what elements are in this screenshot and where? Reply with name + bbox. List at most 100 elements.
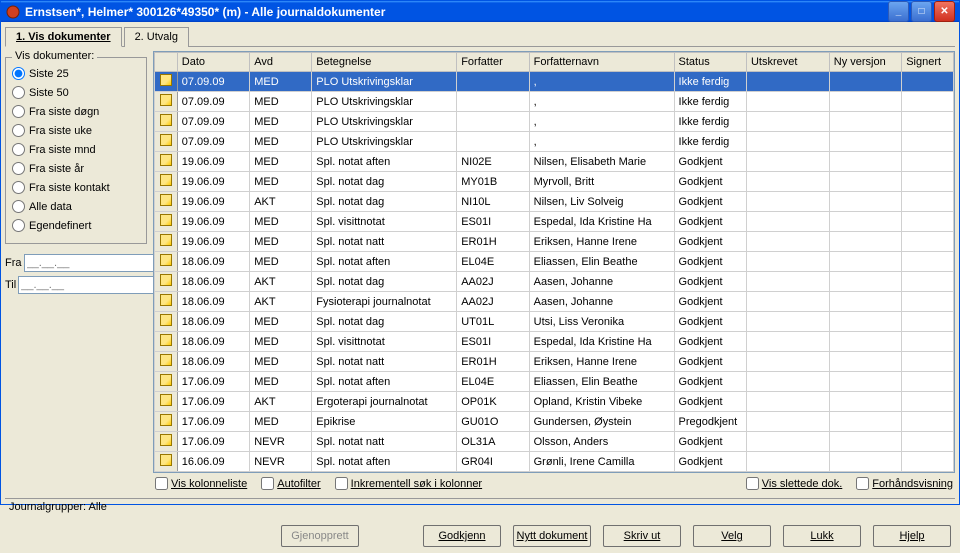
col-status-header[interactable]: Status [674, 53, 746, 72]
godkjenn-button[interactable]: Godkjenn [423, 525, 501, 547]
chk-vis-slettede[interactable]: Vis slettede dok. [746, 477, 843, 490]
table-row[interactable]: 19.06.09MEDSpl. notat nattER01HEriksen, … [155, 232, 954, 252]
table-row[interactable]: 19.06.09MEDSpl. notat aftenNI02ENilsen, … [155, 152, 954, 172]
cell-stat: Godkjent [674, 372, 746, 392]
chk-inkrementell[interactable]: Inkrementell søk i kolonner [335, 477, 482, 490]
table-row[interactable]: 18.06.09MEDSpl. notat dagUT01LUtsi, Liss… [155, 312, 954, 332]
table-row[interactable]: 07.09.09MEDPLO Utskrivingsklar,Ikke ferd… [155, 72, 954, 92]
row-icon-cell [155, 112, 178, 132]
cell-bet: Spl. visittnotat [312, 212, 457, 232]
radio-siste-50[interactable]: Siste 50 [12, 83, 140, 102]
document-icon [160, 334, 172, 346]
chk-vis-kolonneliste[interactable]: Vis kolonneliste [155, 477, 247, 490]
tab-vis-dokumenter[interactable]: 1. Vis dokumenter [5, 27, 122, 47]
radio-fra-siste-ar[interactable]: Fra siste år [12, 159, 140, 178]
col-forfatternavn-header[interactable]: Forfatternavn [529, 53, 674, 72]
cell-uts [746, 332, 829, 352]
radio-fra-siste-mnd[interactable]: Fra siste mnd [12, 140, 140, 159]
col-ny-versjon-header[interactable]: Ny versjon [829, 53, 901, 72]
cell-stat: Ikke ferdig [674, 92, 746, 112]
table-row[interactable]: 19.06.09MEDSpl. visittnotatES01IEspedal,… [155, 212, 954, 232]
col-forfatter-header[interactable]: Forfatter [457, 53, 529, 72]
velg-button[interactable]: Velg [693, 525, 771, 547]
col-signert-header[interactable]: Signert [902, 53, 954, 72]
cell-stat: Godkjent [674, 152, 746, 172]
chk-forhandsvisning[interactable]: Forhåndsvisning [856, 477, 953, 490]
chk-autofilter[interactable]: Autofilter [261, 477, 320, 490]
document-icon [160, 94, 172, 106]
col-avd-header[interactable]: Avd [250, 53, 312, 72]
fra-date-input[interactable] [24, 254, 172, 272]
radio-fra-siste-dogn[interactable]: Fra siste døgn [12, 102, 140, 121]
table-row[interactable]: 18.06.09MEDSpl. visittnotatES01IEspedal,… [155, 332, 954, 352]
table-row[interactable]: 17.06.09MEDEpikriseGU01OGundersen, Øyste… [155, 412, 954, 432]
cell-stat: Godkjent [674, 312, 746, 332]
cell-nyv [829, 152, 901, 172]
col-icon-header[interactable] [155, 53, 178, 72]
radio-siste-25[interactable]: Siste 25 [12, 64, 140, 83]
table-row[interactable]: 16.06.09NEVRSpl. notat aftenGR04IGrønli,… [155, 452, 954, 472]
cell-bet: PLO Utskrivingsklar [312, 132, 457, 152]
row-icon-cell [155, 212, 178, 232]
documents-table-wrap[interactable]: Dato Avd Betegnelse Forfatter Forfattern… [153, 51, 955, 473]
cell-sig [902, 452, 954, 472]
table-row[interactable]: 18.06.09MEDSpl. notat aftenEL04EEliassen… [155, 252, 954, 272]
cell-avd: MED [250, 172, 312, 192]
row-icon-cell [155, 392, 178, 412]
cell-avd: MED [250, 232, 312, 252]
table-row[interactable]: 17.06.09NEVRSpl. notat nattOL31AOlsson, … [155, 432, 954, 452]
maximize-button[interactable]: □ [911, 1, 932, 22]
table-row[interactable]: 07.09.09MEDPLO Utskrivingsklar,Ikke ferd… [155, 132, 954, 152]
cell-nyv [829, 432, 901, 452]
table-row[interactable]: 17.06.09MEDSpl. notat aftenEL04EEliassen… [155, 372, 954, 392]
cell-uts [746, 312, 829, 332]
cell-bet: Spl. notat dag [312, 312, 457, 332]
table-row[interactable]: 19.06.09MEDSpl. notat dagMY01BMyrvoll, B… [155, 172, 954, 192]
col-betegnelse-header[interactable]: Betegnelse [312, 53, 457, 72]
cell-uts [746, 352, 829, 372]
cell-nyv [829, 112, 901, 132]
cell-bet: Spl. notat aften [312, 372, 457, 392]
cell-nav: Eliassen, Elin Beathe [529, 372, 674, 392]
table-row[interactable]: 07.09.09MEDPLO Utskrivingsklar,Ikke ferd… [155, 112, 954, 132]
til-date-input[interactable] [18, 276, 166, 294]
cell-stat: Godkjent [674, 392, 746, 412]
cell-nav: Grønli, Irene Camilla [529, 452, 674, 472]
cell-bet: Spl. notat dag [312, 272, 457, 292]
nytt-dokument-button[interactable]: Nytt dokument [513, 525, 591, 547]
table-row[interactable]: 19.06.09AKTSpl. notat dagNI10LNilsen, Li… [155, 192, 954, 212]
minimize-button[interactable]: _ [888, 1, 909, 22]
radio-egendefinert[interactable]: Egendefinert [12, 216, 140, 235]
radio-alle-data[interactable]: Alle data [12, 197, 140, 216]
cell-uts [746, 152, 829, 172]
document-icon [160, 454, 172, 466]
cell-uts [746, 392, 829, 412]
row-icon-cell [155, 232, 178, 252]
radio-fra-siste-uke[interactable]: Fra siste uke [12, 121, 140, 140]
lukk-button[interactable]: Lukk [783, 525, 861, 547]
cell-sig [902, 332, 954, 352]
row-icon-cell [155, 412, 178, 432]
cell-forf [457, 132, 529, 152]
cell-uts [746, 172, 829, 192]
cell-forf [457, 92, 529, 112]
cell-forf: OL31A [457, 432, 529, 452]
tab-utvalg[interactable]: 2. Utvalg [124, 27, 189, 47]
cell-avd: MED [250, 212, 312, 232]
table-row[interactable]: 18.06.09AKTSpl. notat dagAA02JAasen, Joh… [155, 272, 954, 292]
radio-fra-siste-kontakt[interactable]: Fra siste kontakt [12, 178, 140, 197]
table-row[interactable]: 07.09.09MEDPLO Utskrivingsklar,Ikke ferd… [155, 92, 954, 112]
cell-nav: Espedal, Ida Kristine Ha [529, 332, 674, 352]
skriv-ut-button[interactable]: Skriv ut [603, 525, 681, 547]
cell-bet: Spl. notat dag [312, 172, 457, 192]
close-button[interactable]: ✕ [934, 1, 955, 22]
table-row[interactable]: 18.06.09MEDSpl. notat nattER01HEriksen, … [155, 352, 954, 372]
table-row[interactable]: 17.06.09AKTErgoterapi journalnotatOP01KO… [155, 392, 954, 412]
hjelp-button[interactable]: Hjelp [873, 525, 951, 547]
cell-uts [746, 192, 829, 212]
col-utskrevet-header[interactable]: Utskrevet [746, 53, 829, 72]
cell-avd: MED [250, 412, 312, 432]
table-row[interactable]: 18.06.09AKTFysioterapi journalnotatAA02J… [155, 292, 954, 312]
cell-avd: MED [250, 152, 312, 172]
col-dato-header[interactable]: Dato [177, 53, 249, 72]
